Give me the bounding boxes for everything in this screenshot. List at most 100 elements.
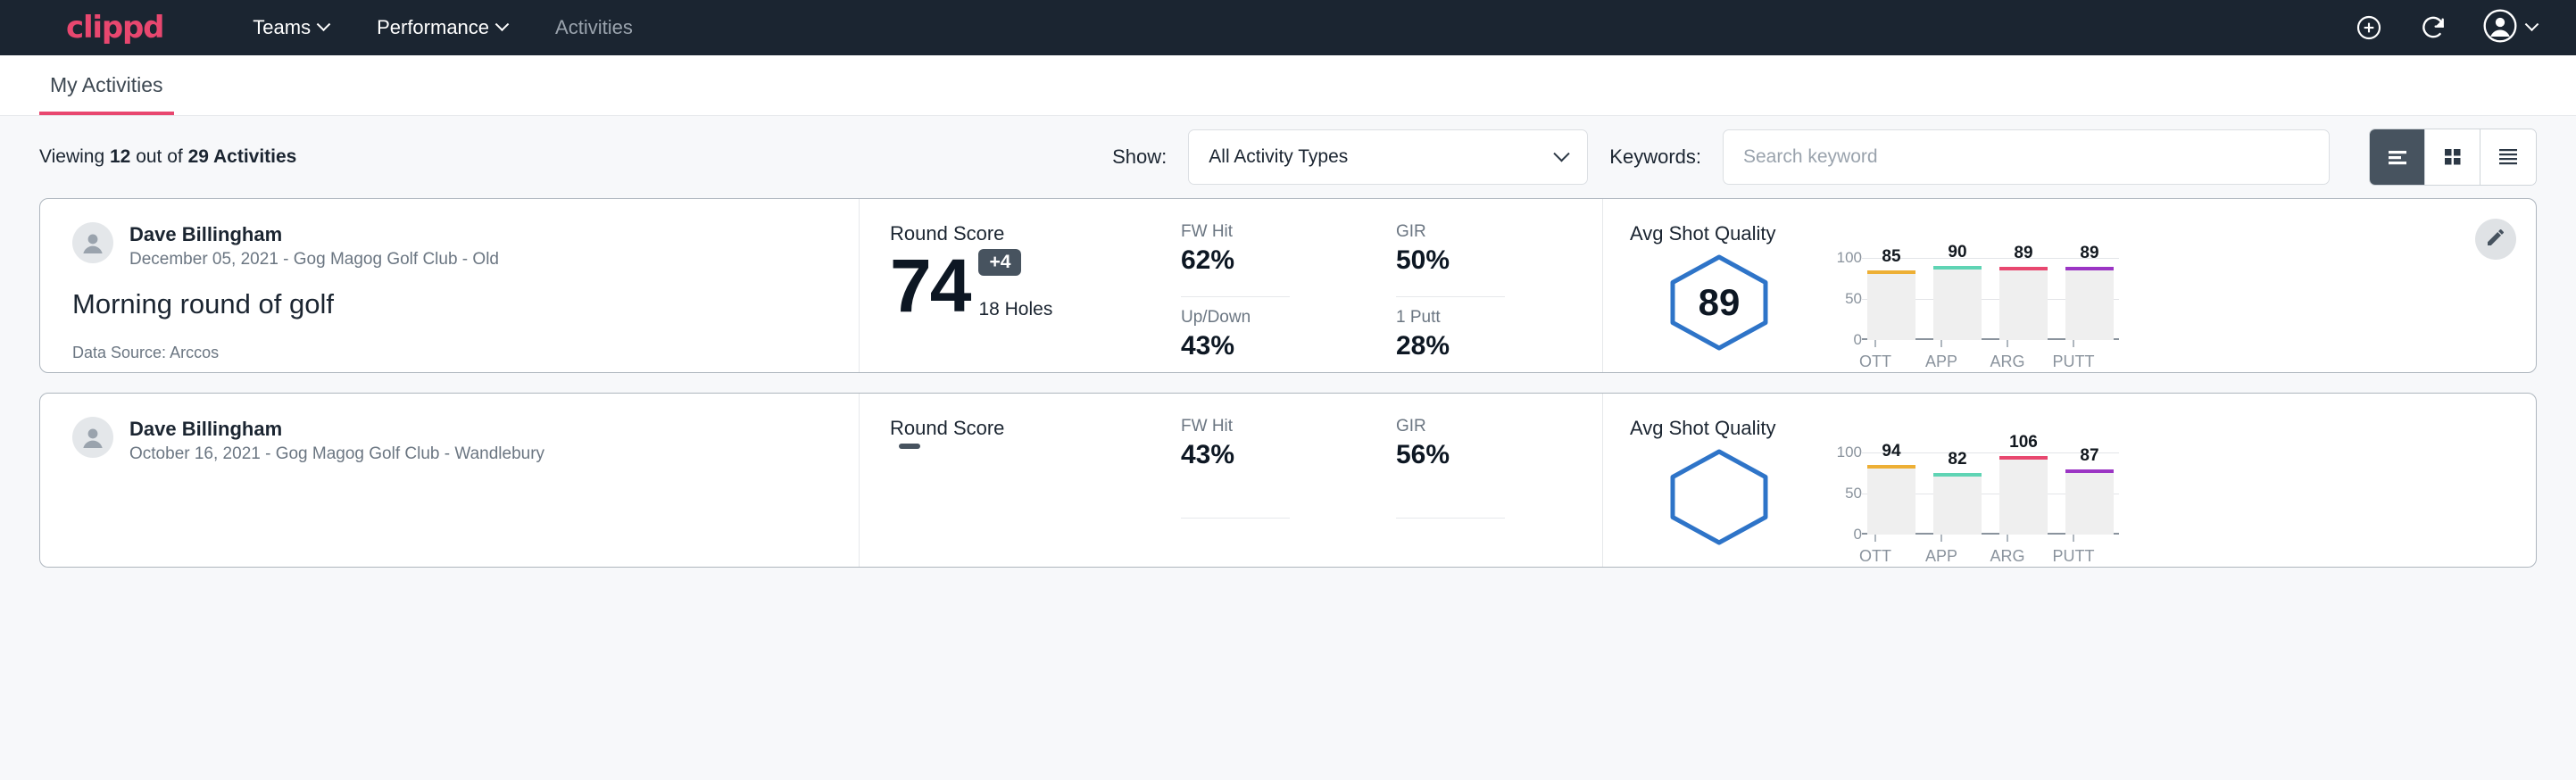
hexagon-icon <box>1664 447 1774 547</box>
chart-x-axis: OTT APP ARG PUTT <box>1846 535 2103 566</box>
stat-gir-value: 50% <box>1396 245 1505 276</box>
bar-arg[interactable]: 106 <box>1999 452 2048 535</box>
list-view-button[interactable] <box>2370 129 2425 185</box>
y-tick-50: 50 <box>1845 485 1862 502</box>
activity-author: Dave Billingham December 05, 2021 - Gog … <box>72 222 832 272</box>
score-to-par-badge: +4 <box>978 249 1021 276</box>
round-score-column: Round Score 74 +4 18 Holes <box>860 199 1181 372</box>
grid-view-button[interactable] <box>2425 129 2480 185</box>
account-circle-icon <box>2482 8 2518 48</box>
bar-arg[interactable]: 89 <box>1999 258 2048 340</box>
bar-ott[interactable]: 94 <box>1867 452 1915 535</box>
bar-putt[interactable]: 89 <box>2065 258 2114 340</box>
avg-shot-quality-label: Avg Shot Quality <box>1630 222 2536 245</box>
tab-my-activities[interactable]: My Activities <box>39 73 174 115</box>
bar-cap-arg <box>1999 267 2048 270</box>
stat-gir-label: GIR <box>1396 417 1505 436</box>
x-label-app: APP <box>1925 353 1957 371</box>
nav-item-teams[interactable]: Teams <box>253 16 328 39</box>
activity-card[interactable]: Dave Billingham October 16, 2021 - Gog M… <box>39 393 2537 568</box>
x-label-arg: ARG <box>1990 353 2024 371</box>
y-tick-0: 0 <box>1854 526 1862 544</box>
round-score-value: 74 <box>890 250 969 322</box>
tick-mark <box>1874 340 1876 347</box>
bar-cap-ott <box>1867 270 1915 274</box>
player-name: Dave Billingham <box>129 417 544 442</box>
avatar <box>72 222 113 263</box>
bar-ott[interactable]: 85 <box>1867 258 1915 340</box>
edit-activity-button[interactable] <box>2475 219 2516 260</box>
avg-shot-quality-label: Avg Shot Quality <box>1630 417 2536 440</box>
round-score-label: Round Score <box>890 417 1181 440</box>
x-label-app: APP <box>1925 547 1957 566</box>
stat-gir-label: GIR <box>1396 222 1505 242</box>
bar-value-app: 90 <box>1933 243 1982 262</box>
bar-cap-putt <box>2065 469 2114 473</box>
round-score-value-row <box>890 444 1181 517</box>
nav-item-performance[interactable]: Performance <box>377 16 507 39</box>
bar-cap-app <box>1933 266 1982 270</box>
tick-mark <box>2073 535 2074 542</box>
bar-value-ott: 94 <box>1867 442 1915 461</box>
pencil-icon <box>2485 227 2506 253</box>
primary-nav-links: Teams Performance Activities <box>253 16 633 39</box>
x-tick-putt: PUTT <box>2049 340 2098 371</box>
results-count-suffix: Activities <box>209 146 296 167</box>
stat-fw-hit-label: FW Hit <box>1181 222 1290 242</box>
score-to-par-badge <box>899 444 920 449</box>
results-count-mid: out of <box>130 146 187 167</box>
plus-circle-icon[interactable] <box>2354 12 2384 43</box>
round-score-column: Round Score <box>860 394 1181 567</box>
refresh-icon[interactable] <box>2418 12 2448 43</box>
bar-putt[interactable]: 87 <box>2065 452 2114 535</box>
filter-controls: Show: All Activity Types Keywords: <box>1112 129 2537 186</box>
stat-up-down: Up/Down 43% <box>1181 308 1290 373</box>
bar-value-arg: 106 <box>1999 433 2048 452</box>
results-count: Viewing 12 out of 29 Activities <box>39 146 296 168</box>
y-tick-100: 100 <box>1837 444 1862 461</box>
activity-type-select[interactable]: All Activity Types <box>1188 129 1588 185</box>
activity-meta: December 05, 2021 - Gog Magog Golf Club … <box>129 247 499 273</box>
x-label-ott: OTT <box>1859 353 1891 371</box>
chevron-down-icon <box>1554 145 1570 162</box>
filter-bar: Viewing 12 out of 29 Activities Show: Al… <box>0 116 2576 198</box>
bar-app[interactable]: 90 <box>1933 258 1982 340</box>
chevron-down-icon <box>495 17 510 31</box>
bar-app[interactable]: 82 <box>1933 452 1982 535</box>
avatar <box>72 417 113 458</box>
activity-info-column: Dave Billingham October 16, 2021 - Gog M… <box>40 394 860 567</box>
activity-type-select-value: All Activity Types <box>1209 146 1348 168</box>
quality-score-value: 89 <box>1699 281 1741 324</box>
nav-actions <box>2354 8 2537 48</box>
chevron-down-icon <box>317 17 331 31</box>
bar-value-ott: 85 <box>1867 247 1915 267</box>
compact-view-button[interactable] <box>2480 129 2536 185</box>
account-menu[interactable] <box>2482 8 2537 48</box>
avg-shot-quality-body: 100 50 0 94 <box>1630 442 2536 566</box>
x-label-putt: PUTT <box>2053 547 2095 566</box>
round-stats-column: FW Hit 62% GIR 50% Up/Down 43% 1 Putt 28… <box>1181 199 1602 372</box>
activity-author: Dave Billingham October 16, 2021 - Gog M… <box>72 417 832 467</box>
stat-one-putt <box>1396 529 1505 568</box>
x-label-putt: PUTT <box>2053 353 2095 371</box>
activity-meta: October 16, 2021 - Gog Magog Golf Club -… <box>129 442 544 468</box>
stat-fw-hit-value: 43% <box>1181 440 1290 470</box>
search-input[interactable] <box>1723 129 2330 185</box>
bar-value-app: 82 <box>1933 450 1982 469</box>
player-name: Dave Billingham <box>129 222 499 247</box>
x-label-arg: ARG <box>1990 547 2024 566</box>
holes-played <box>899 515 920 517</box>
tick-mark <box>1940 535 1942 542</box>
holes-played: 18 Holes <box>978 299 1052 322</box>
results-count-shown: 12 <box>110 146 130 167</box>
chart-plot-area: 85 90 <box>1862 258 2119 340</box>
stat-fw-hit: FW Hit 43% <box>1181 417 1290 519</box>
activity-card[interactable]: Dave Billingham December 05, 2021 - Gog … <box>39 198 2537 373</box>
activity-card-list: Dave Billingham December 05, 2021 - Gog … <box>0 198 2576 568</box>
data-source-label: Data Source: Arccos <box>72 344 832 362</box>
stat-up-down-label: Up/Down <box>1181 308 1290 328</box>
round-score-value-row: 74 +4 18 Holes <box>890 249 1181 322</box>
stat-gir-value: 56% <box>1396 440 1505 470</box>
nav-item-activities[interactable]: Activities <box>555 16 633 39</box>
app-logo[interactable]: clippd <box>66 12 163 43</box>
